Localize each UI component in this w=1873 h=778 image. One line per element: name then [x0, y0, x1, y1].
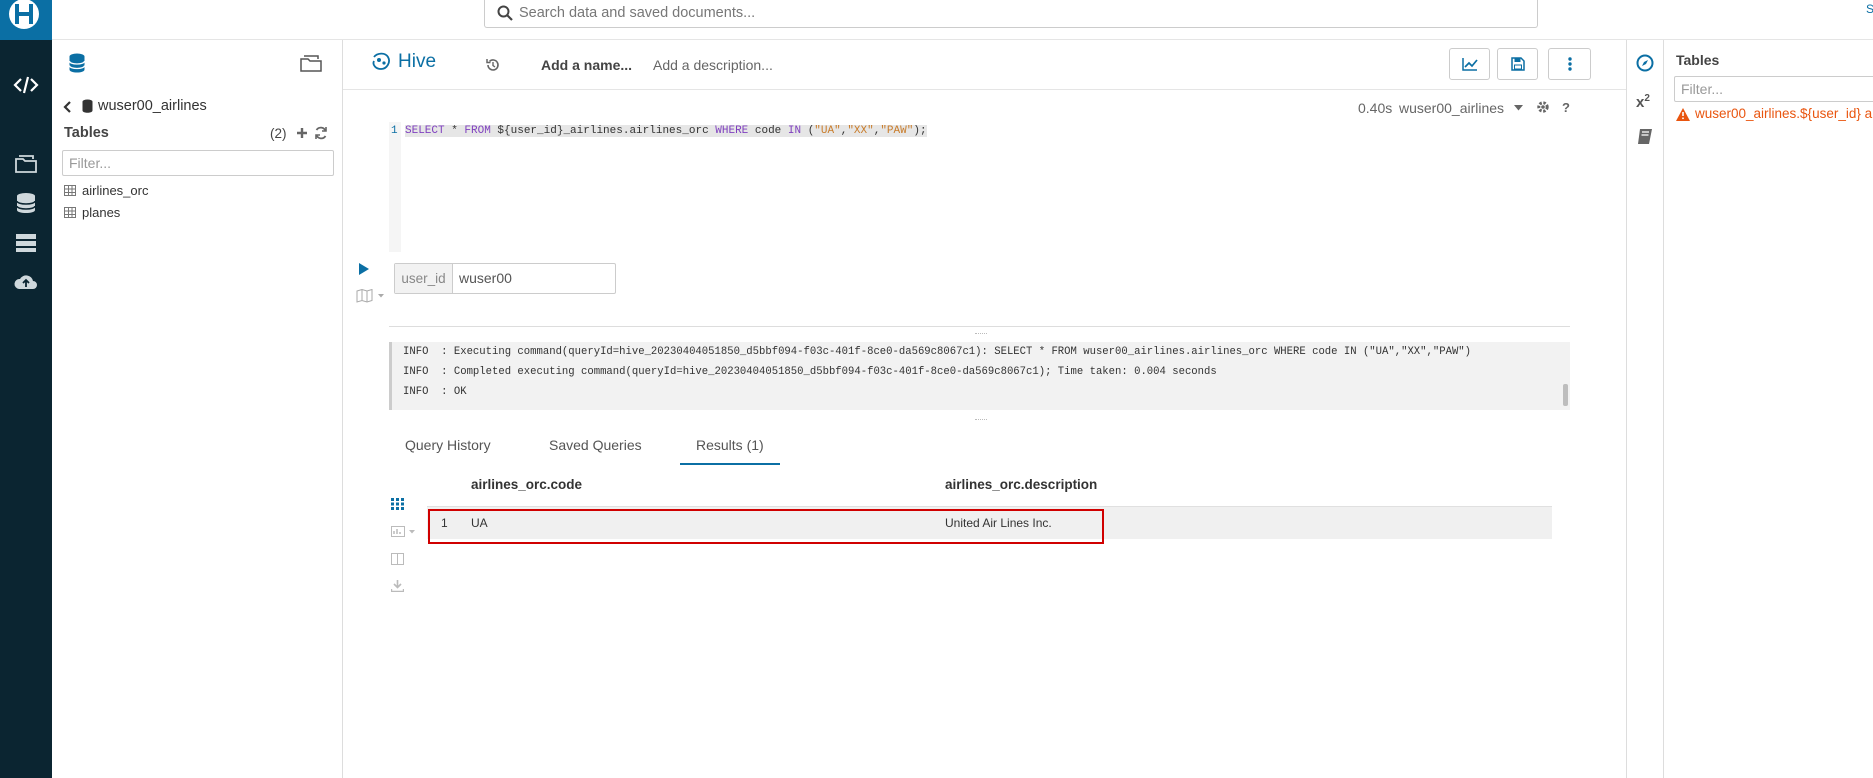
- tables-filter-input[interactable]: [62, 150, 334, 176]
- more-options-button[interactable]: [1548, 48, 1591, 80]
- tab-query-history[interactable]: Query History: [405, 437, 491, 453]
- tab-results[interactable]: Results (1): [696, 437, 764, 453]
- active-tab-indicator: [680, 463, 780, 465]
- database-icon[interactable]: [68, 53, 86, 73]
- sql-keyword: FROM: [464, 125, 491, 137]
- tables-count: (2): [270, 126, 287, 141]
- left-nav-rail: [0, 0, 52, 778]
- top-bar: S: [52, 0, 1873, 40]
- right-panel-title: Tables: [1676, 52, 1720, 68]
- search-input[interactable]: [519, 4, 1419, 22]
- sql-text: code: [748, 125, 788, 137]
- settings-gear-icon[interactable]: [1536, 100, 1550, 114]
- save-button[interactable]: [1497, 48, 1538, 80]
- sql-keyword: WHERE: [715, 125, 749, 137]
- sql-text: (: [801, 125, 815, 137]
- top-right-cutoff-icon[interactable]: S: [1866, 2, 1873, 16]
- log-line: INFO : OK: [403, 386, 467, 398]
- grid-view-icon[interactable]: [391, 498, 404, 510]
- sql-keyword: SELECT: [405, 125, 445, 137]
- caret-down-icon[interactable]: [1514, 105, 1523, 111]
- right-assist-panel: Tables wuser00_airlines.${user_id} a: [1664, 40, 1873, 778]
- execution-time: 0.40s: [1358, 100, 1393, 116]
- save-icon: [1510, 57, 1525, 71]
- sql-string: "XX": [847, 125, 874, 137]
- editor-splitter[interactable]: [389, 326, 1570, 327]
- table-item-label: planes: [82, 204, 121, 220]
- snippet-map-icon[interactable]: [356, 289, 386, 303]
- documents-icon[interactable]: [299, 53, 323, 73]
- cloud-upload-icon[interactable]: [13, 271, 39, 293]
- more-vertical-icon: [1567, 57, 1572, 71]
- search-icon: [497, 5, 513, 21]
- query-log: INFO : Executing command(queryId=hive_20…: [389, 342, 1570, 410]
- back-chevron-icon[interactable]: [62, 100, 74, 114]
- right-rail: x2: [1626, 40, 1664, 778]
- warning-text[interactable]: wuser00_airlines.${user_id} a: [1695, 106, 1872, 121]
- table-item-label: airlines_orc: [82, 182, 149, 198]
- global-search[interactable]: [484, 0, 1538, 28]
- hive-icon: [370, 51, 392, 73]
- run-query-play-icon[interactable]: [359, 263, 369, 275]
- warning-icon: [1676, 108, 1690, 121]
- parameter-value-input[interactable]: wuser00: [459, 264, 512, 293]
- line-chart-icon: [1461, 58, 1478, 71]
- engine-name[interactable]: Hive: [398, 51, 436, 73]
- download-icon[interactable]: [391, 580, 404, 592]
- query-name-input[interactable]: Add a name...: [541, 57, 632, 73]
- chart-button[interactable]: [1449, 48, 1490, 80]
- drag-handle[interactable]: [975, 333, 987, 335]
- refresh-icon[interactable]: [314, 126, 328, 140]
- assist-panel: wuser00_airlines Tables (2) airlines_orc…: [52, 40, 343, 778]
- parameter-user-id: user_id wuser00: [394, 263, 616, 294]
- tab-saved-queries[interactable]: Saved Queries: [549, 437, 642, 453]
- database-small-icon: [82, 99, 93, 113]
- add-icon[interactable]: [296, 127, 308, 139]
- table-icon: [64, 206, 76, 218]
- drag-handle[interactable]: [975, 419, 987, 421]
- help-icon[interactable]: ?: [1562, 100, 1570, 115]
- log-line: INFO : Completed executing command(query…: [403, 366, 1217, 378]
- database-selector[interactable]: wuser00_airlines: [1399, 100, 1504, 116]
- hue-logo[interactable]: [0, 0, 52, 40]
- column-header-code[interactable]: airlines_orc.code: [471, 477, 582, 492]
- history-icon[interactable]: [485, 57, 501, 73]
- editor-code-icon[interactable]: [13, 74, 39, 96]
- chart-view-icon[interactable]: [391, 526, 419, 538]
- right-filter-input[interactable]: [1674, 76, 1873, 102]
- sql-text: ${user_id}_airlines.airlines_orc: [490, 125, 716, 137]
- compass-icon[interactable]: [1636, 54, 1654, 72]
- line-number: 1: [391, 125, 398, 137]
- sql-string: "UA": [814, 125, 841, 137]
- sql-string: "PAW": [880, 125, 914, 137]
- editor-gutter: [389, 122, 401, 252]
- functions-icon[interactable]: x2: [1636, 93, 1650, 111]
- table-item-planes[interactable]: planes: [64, 202, 120, 222]
- table-icon: [64, 184, 76, 196]
- parameter-label: user_id: [395, 264, 453, 293]
- documents-icon[interactable]: [13, 152, 39, 174]
- column-header-description[interactable]: airlines_orc.description: [945, 477, 1097, 492]
- book-icon[interactable]: [1636, 128, 1654, 145]
- database-name[interactable]: wuser00_airlines: [98, 98, 207, 114]
- sql-keyword: IN: [787, 125, 802, 137]
- query-editor[interactable]: SELECT * FROM ${user_id}_airlines.airlin…: [405, 125, 927, 137]
- editor-header: Hive Add a name... Add a description...: [343, 40, 1626, 90]
- tables-label: Tables: [64, 125, 109, 141]
- sql-text: *: [444, 125, 465, 137]
- jobs-icon[interactable]: [13, 231, 39, 253]
- log-scrollbar[interactable]: [1563, 384, 1568, 406]
- query-description-input[interactable]: Add a description...: [653, 57, 773, 73]
- highlight-box: [428, 509, 1104, 544]
- sql-text: );: [913, 125, 927, 137]
- database-icon[interactable]: [13, 192, 39, 214]
- table-item-airlines-orc[interactable]: airlines_orc: [64, 180, 148, 200]
- columns-view-icon[interactable]: [391, 553, 404, 565]
- log-line: INFO : Executing command(queryId=hive_20…: [403, 346, 1472, 358]
